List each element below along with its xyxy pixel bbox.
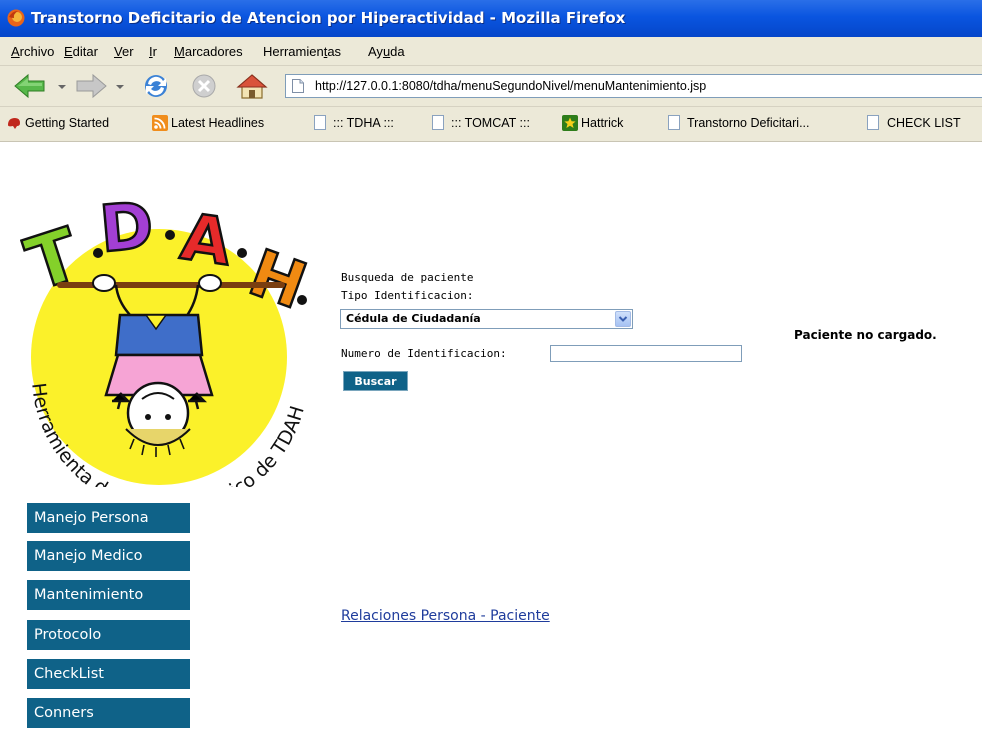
sidebar-item-checklist[interactable]: CheckList: [27, 659, 190, 689]
tipo-identificacion-label: Tipo Identificacion:: [341, 289, 474, 302]
tdah-logo: T D A H Herramienta co de TDAH: [20, 188, 317, 487]
menu-bar: Archivo Editar Ver Ir Marcadores Herrami…: [0, 37, 982, 66]
menu-archivo[interactable]: Archivo: [11, 44, 54, 59]
page-icon: [668, 115, 680, 130]
menu-marcadores[interactable]: Marcadores: [174, 44, 243, 59]
page-icon: [292, 79, 304, 93]
menu-herramientas[interactable]: Herramientas: [263, 44, 341, 59]
page-icon: [314, 115, 326, 130]
bookmark-check-list[interactable]: CHECK LIST: [887, 116, 961, 130]
sidebar-item-protocolo[interactable]: Protocolo: [27, 620, 190, 650]
bookmark-transtorno[interactable]: Transtorno Deficitari...: [687, 116, 810, 130]
reload-icon[interactable]: [138, 71, 174, 101]
page-content: T D A H Herramienta co de TDAH Manejo Pe…: [0, 142, 982, 731]
getting-started-icon: [8, 118, 20, 129]
back-button[interactable]: [12, 71, 52, 101]
title-bar: Transtorno Deficitario de Atencion por H…: [0, 0, 982, 37]
hattrick-icon: [562, 115, 578, 131]
bookmark-getting-started[interactable]: Getting Started: [25, 116, 109, 130]
numero-identificacion-input[interactable]: [550, 345, 742, 362]
home-icon[interactable]: [234, 71, 270, 101]
firefox-icon: [7, 9, 25, 27]
sidebar-item-mantenimiento[interactable]: Mantenimiento: [27, 580, 190, 610]
bookmarks-toolbar: Getting Started Latest Headlines ::: TDH…: [0, 107, 982, 142]
logo-letter-d: D: [97, 189, 156, 267]
back-dropdown-icon[interactable]: [55, 71, 69, 101]
stop-icon[interactable]: [188, 71, 220, 101]
patient-status-text: Paciente no cargado.: [794, 328, 937, 342]
bookmark-hattrick[interactable]: Hattrick: [581, 116, 623, 130]
bookmark-tdha[interactable]: ::: TDHA :::: [333, 116, 394, 130]
tipo-identificacion-select[interactable]: Cédula de Ciudadanía: [340, 309, 633, 329]
search-heading: Busqueda de paciente: [341, 271, 474, 284]
menu-ir[interactable]: Ir: [149, 44, 157, 59]
forward-dropdown-icon[interactable]: [113, 71, 127, 101]
menu-ver[interactable]: Ver: [114, 44, 134, 59]
numero-identificacion-label: Numero de Identificacion:: [341, 347, 507, 360]
menu-editar[interactable]: Editar: [64, 44, 98, 59]
page-icon: [867, 115, 879, 130]
chevron-down-icon[interactable]: [615, 311, 631, 327]
tipo-identificacion-value: Cédula de Ciudadanía: [346, 312, 481, 325]
forward-button[interactable]: [73, 71, 109, 101]
window-title: Transtorno Deficitario de Atencion por H…: [31, 9, 626, 27]
sidebar-item-conners[interactable]: Conners: [27, 698, 190, 728]
rss-feed-icon: [152, 115, 168, 131]
bookmark-tomcat[interactable]: ::: TOMCAT :::: [451, 116, 530, 130]
address-bar[interactable]: http://127.0.0.1:8080/tdha/menuSegundoNi…: [285, 74, 982, 98]
sidebar-item-manejo-medico[interactable]: Manejo Medico: [27, 541, 190, 571]
navigation-toolbar: http://127.0.0.1:8080/tdha/menuSegundoNi…: [0, 66, 982, 107]
menu-ayuda[interactable]: Ayuda: [368, 44, 405, 59]
buscar-button[interactable]: Buscar: [343, 371, 408, 391]
sidebar-item-manejo-persona[interactable]: Manejo Persona: [27, 503, 190, 533]
url-text: http://127.0.0.1:8080/tdha/menuSegundoNi…: [315, 79, 707, 93]
page-icon: [432, 115, 444, 130]
bookmark-latest-headlines[interactable]: Latest Headlines: [171, 116, 264, 130]
relaciones-persona-paciente-link[interactable]: Relaciones Persona - Paciente: [341, 608, 550, 624]
